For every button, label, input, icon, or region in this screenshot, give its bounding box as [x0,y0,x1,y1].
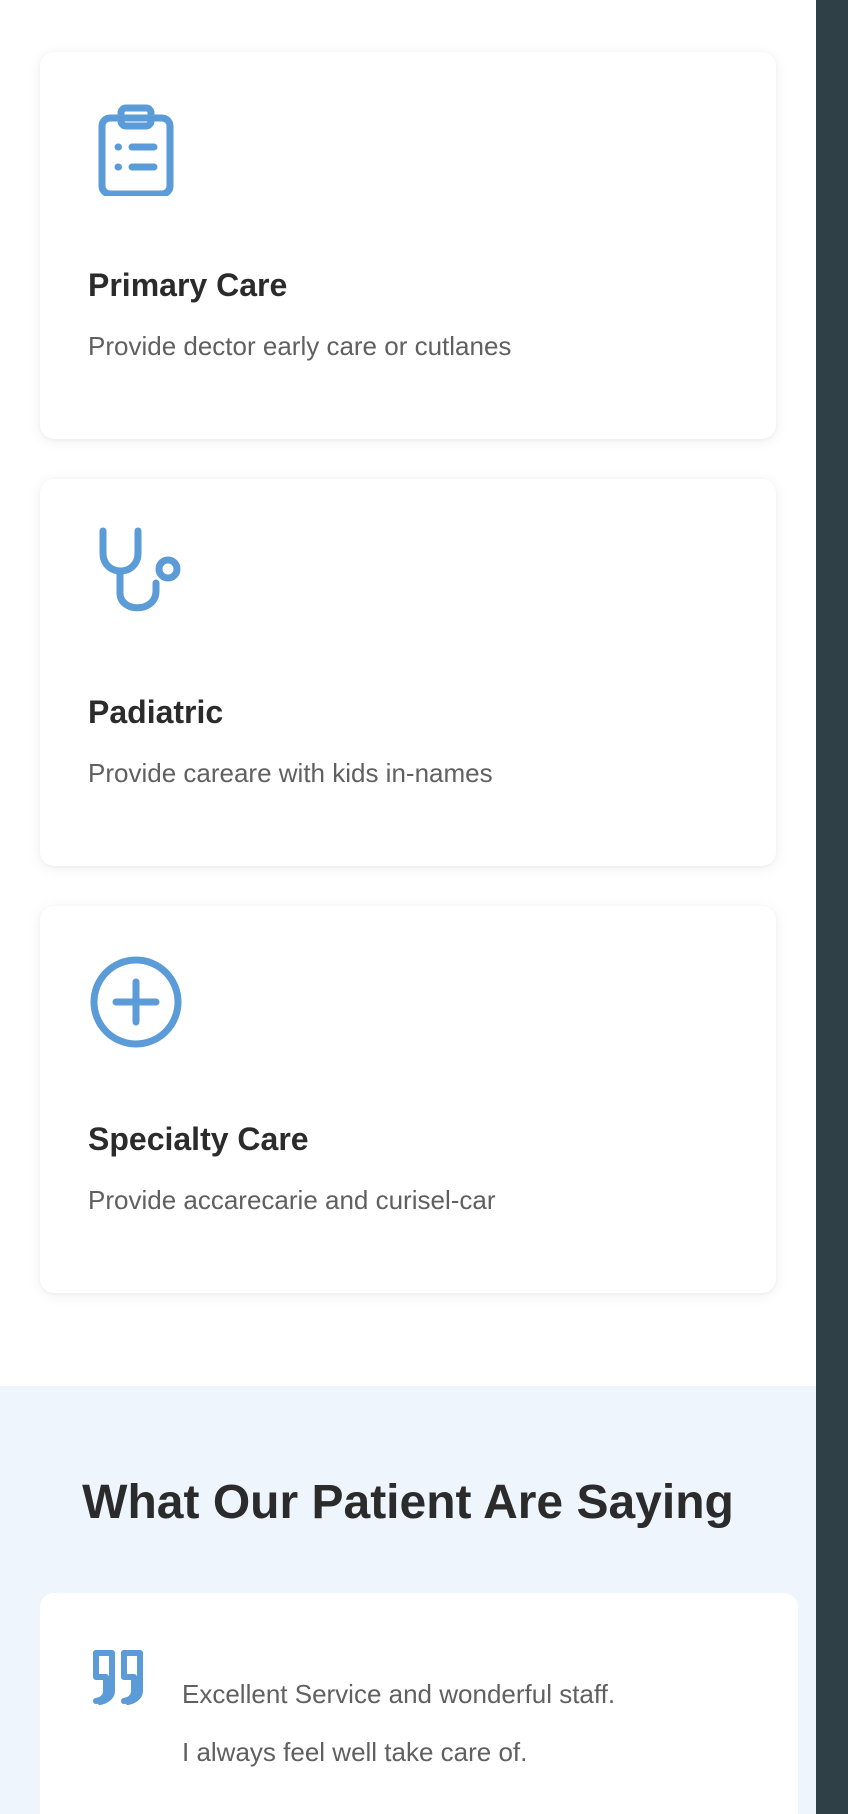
service-description: Provide accarecarie and curisel-car [88,1185,496,1215]
service-title: Padiatric [88,694,224,730]
service-title: Specialty Care [88,1121,309,1157]
service-card-primary-care[interactable]: Primary Care Provide dector early care o… [40,52,776,439]
clipboard-list-icon [88,100,184,196]
testimonial-card: Excellent Service and wonderful staff. I… [40,1593,798,1814]
testimonials-section: What Our Patient Are Saying Excellent Se… [0,1386,816,1814]
service-description: Provide careare with kids in-names [88,758,493,788]
service-description: Provide dector early care or cutlanes [88,331,512,361]
plus-circle-icon [88,954,184,1050]
testimonial-line: Excellent Service and wonderful staff. [182,1679,616,1709]
window-edge-sidebar [816,0,848,1814]
services-list: Primary Care Provide dector early care o… [40,52,776,1333]
page: Primary Care Provide dector early care o… [0,0,816,1814]
testimonial-line: I always feel well take care of. [182,1737,528,1767]
service-card-padiatric[interactable]: Padiatric Provide careare with kids in-n… [40,479,776,866]
testimonial-text: Excellent Service and wonderful staff. I… [182,1665,615,1781]
service-title: Primary Care [88,267,288,303]
section-heading: What Our Patient Are Saying [82,1476,734,1529]
service-card-specialty-care[interactable]: Specialty Care Provide accarecarie and c… [40,906,776,1293]
stethoscope-icon [88,527,184,623]
quote-icon [90,1649,150,1705]
